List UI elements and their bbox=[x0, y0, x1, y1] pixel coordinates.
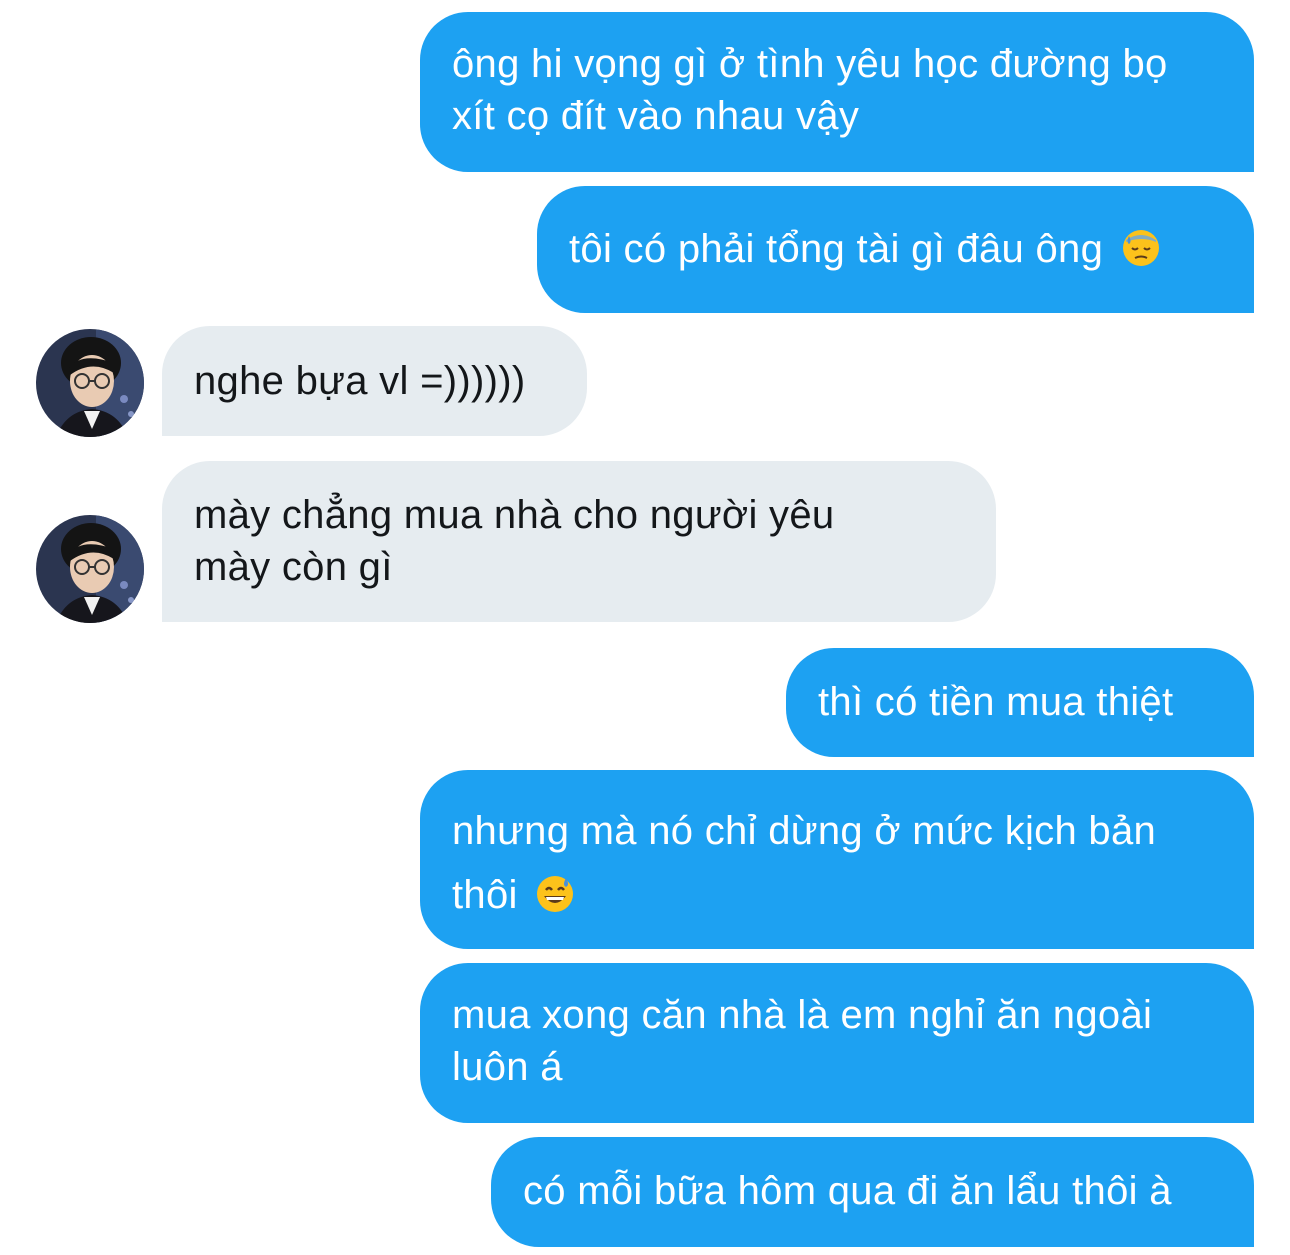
message-bubble-outgoing[interactable]: tôi có phải tổng tài gì đâu ông bbox=[537, 186, 1254, 313]
message-text: xít cọ đít vào nhau vậy bbox=[452, 94, 860, 138]
message-text: tôi có phải tổng tài gì đâu ông bbox=[569, 227, 1104, 271]
message-text: nhưng mà nó chỉ dừng ở mức kịch bản bbox=[452, 809, 1157, 853]
message-text: nghe bựa vl =)))))) bbox=[194, 359, 526, 403]
grinning-face-with-sweat-icon bbox=[535, 869, 575, 933]
message-text: thì có tiền mua thiệt bbox=[818, 680, 1174, 724]
message-text: mua xong căn nhà là em nghỉ ăn ngoài bbox=[452, 993, 1153, 1037]
message-text: luôn á bbox=[452, 1045, 563, 1089]
message-bubble-incoming[interactable]: mày chẳng mua nhà cho người yêu mày còn … bbox=[162, 461, 996, 622]
contact-avatar[interactable] bbox=[36, 329, 144, 437]
message-bubble-outgoing[interactable]: mua xong căn nhà là em nghỉ ăn ngoài luô… bbox=[420, 963, 1254, 1123]
message-text: mày chẳng mua nhà cho người yêu bbox=[194, 493, 835, 537]
message-bubble-outgoing[interactable]: nhưng mà nó chỉ dừng ở mức kịch bản thôi bbox=[420, 770, 1254, 949]
message-bubble-incoming[interactable]: nghe bựa vl =)))))) bbox=[162, 326, 587, 436]
message-bubble-outgoing[interactable]: thì có tiền mua thiệt bbox=[786, 648, 1254, 757]
message-bubble-outgoing[interactable]: ông hi vọng gì ở tình yêu học đường bọ x… bbox=[420, 12, 1254, 172]
message-text: mày còn gì bbox=[194, 545, 393, 589]
contact-avatar[interactable] bbox=[36, 515, 144, 623]
message-bubble-outgoing[interactable]: có mỗi bữa hôm qua đi ăn lẩu thôi à bbox=[491, 1137, 1254, 1247]
message-text: ông hi vọng gì ở tình yêu học đường bọ bbox=[452, 42, 1168, 86]
message-text: có mỗi bữa hôm qua đi ăn lẩu thôi à bbox=[523, 1169, 1172, 1213]
downcast-face-with-sweat-icon bbox=[1121, 228, 1161, 281]
message-text: thôi bbox=[452, 873, 518, 917]
